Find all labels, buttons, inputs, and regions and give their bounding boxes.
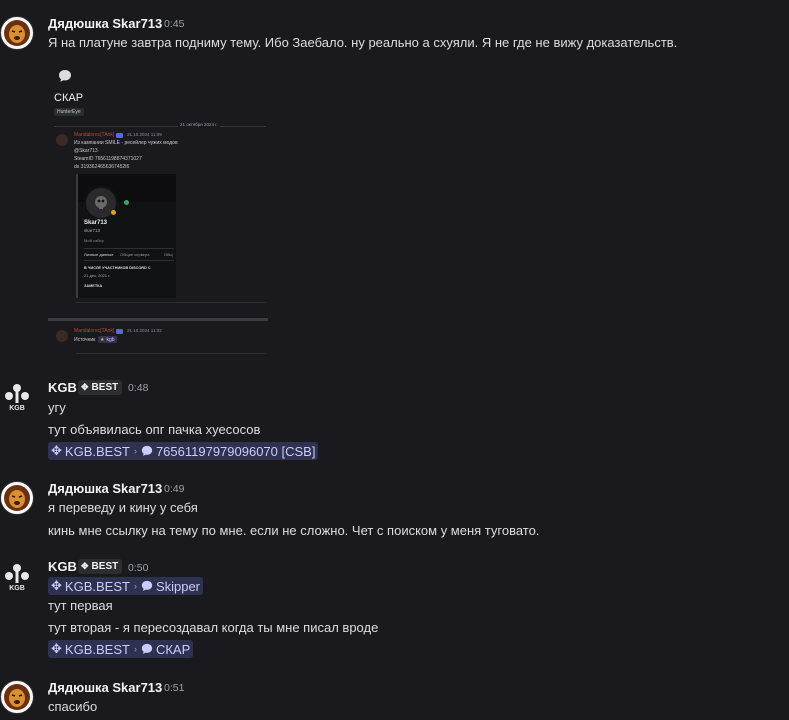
server-tag-badge[interactable]: ✥ BEST — [78, 380, 123, 395]
inner-line: ds 3193624656367452I6 — [74, 164, 130, 170]
embed-tag: HunterEye — [54, 108, 84, 116]
profile-name: Skar713 — [84, 220, 108, 226]
inner-avatar — [56, 330, 68, 342]
message-timestamp: 0:45 — [164, 18, 185, 30]
lion-avatar-icon — [4, 684, 30, 710]
profile-date: 21 дек. 2021 г. — [84, 273, 111, 278]
date-divider-label: 21 октября 2024 г. — [178, 122, 220, 127]
online-dot — [124, 200, 129, 205]
inner-avatar — [56, 134, 68, 146]
message-text: тут объявилась опг пачка хуесосов — [48, 422, 261, 437]
mention-server: KGB.BEST — [64, 641, 130, 657]
message-text: я переведу и кину у себя — [48, 500, 198, 515]
user-avatar[interactable] — [0, 16, 34, 50]
clover-icon: ✥ — [51, 578, 62, 593]
profile-handle: skar713 — [84, 228, 101, 233]
chat-bubble-icon — [141, 580, 153, 592]
mention-channel: СКАР — [155, 641, 191, 657]
chevron-right-icon: › — [133, 644, 137, 654]
profile-tab: Личные данные — [84, 252, 114, 257]
inner-badge — [116, 133, 123, 138]
lion-avatar-icon — [4, 20, 30, 46]
mention-server: KGB.BEST — [64, 578, 130, 594]
mention-server: KGB.BEST — [64, 443, 130, 459]
inner-badge — [116, 329, 123, 334]
profile-card: Skar713 skar713 Мой сабер Личные данные … — [76, 174, 176, 298]
kgb-logo-icon: KGB — [5, 564, 29, 592]
channel-mention[interactable]: ✥ KGB.BEST › СКАР — [48, 640, 194, 658]
embed-scrollbar[interactable] — [48, 318, 268, 321]
embed-divider — [76, 353, 266, 354]
clover-icon: ✥ — [81, 561, 89, 571]
user-avatar[interactable]: KGB — [0, 379, 34, 413]
date-divider — [54, 126, 266, 127]
kgb-logo-icon: KGB — [5, 384, 29, 412]
profile-tab: Общие сервера — [120, 252, 150, 257]
status-dot — [111, 210, 116, 215]
message-text: угу — [48, 400, 66, 415]
author-name[interactable]: KGB — [48, 380, 77, 395]
mention-channel: 76561197979096070 [CSB] — [155, 443, 316, 459]
message-text: спасибо — [48, 699, 98, 714]
attached-image[interactable]: СКАР HunterEye 21 октября 2024 г. Mandal… — [48, 60, 270, 360]
user-avatar[interactable] — [0, 680, 34, 714]
user-avatar[interactable]: KGB — [0, 559, 34, 593]
inner-time: 21.10.2024 11:32 — [127, 328, 162, 333]
channel-mention[interactable]: ✥ KGB.BEST › 76561197979096070 [CSB] — [48, 442, 319, 460]
message-text: Я на платуне завтра подниму тему. Ибо За… — [48, 35, 678, 50]
message-timestamp: 0:49 — [164, 483, 185, 495]
inner-line: Источник — [74, 337, 96, 343]
mention-channel: Skipper — [155, 578, 201, 594]
embed-divider — [76, 302, 266, 303]
clover-icon: ✥ — [81, 382, 89, 392]
svg-text:KGB: KGB — [9, 585, 25, 592]
chat-bubble-icon — [59, 70, 71, 82]
chat-bubble-icon — [141, 643, 153, 655]
chat-bubble-icon — [141, 445, 153, 457]
chevron-right-icon: › — [133, 581, 137, 591]
clover-icon: ✥ — [51, 641, 62, 656]
author-name[interactable]: Дядюшка Skar713 — [48, 481, 162, 496]
inner-time: 21.10.2024 11:09 — [127, 132, 162, 137]
inner-line: @Skar713 — [74, 148, 98, 154]
author-name[interactable]: Дядюшка Skar713 — [48, 680, 162, 695]
author-name[interactable]: Дядюшка Skar713 — [48, 16, 162, 31]
svg-text:KGB: KGB — [9, 405, 25, 412]
message-text: кинь мне ссылку на тему по мне. если не … — [48, 523, 540, 538]
message-text: тут вторая - я пересоздавал когда ты мне… — [48, 620, 379, 635]
chevron-right-icon: › — [133, 446, 137, 456]
inner-author: Mandalorec[TAnk] — [74, 328, 115, 334]
profile-tab: Общ — [164, 252, 173, 257]
embed-channel-name: СКАР — [54, 92, 84, 104]
clover-icon: ✥ — [51, 443, 62, 458]
server-tag-badge[interactable]: ✥ BEST — [78, 559, 123, 574]
inner-line: SteamID 76561198874371027 — [74, 156, 142, 162]
profile-divider — [84, 260, 174, 261]
profile-note-label: ЗАМЕТКА — [84, 284, 103, 288]
inner-author: Mandalorec[TAnk] — [74, 132, 115, 138]
author-name[interactable]: KGB — [48, 559, 77, 574]
profile-members-label: В ЧИСЛЕ УЧАСТНИКОВ DISCORD С — [84, 266, 151, 270]
user-avatar[interactable] — [0, 481, 34, 515]
skull-icon — [95, 196, 107, 209]
message-text: тут первая — [48, 598, 113, 613]
inner-mention: ★ kgb — [98, 336, 117, 343]
star-icon: ★ — [100, 336, 105, 343]
inner-line: Из кампании SMILE - ресейлер чужих модов — [74, 140, 178, 146]
message-timestamp: 0:48 — [128, 382, 149, 394]
profile-sub: Мой сабер — [84, 238, 104, 243]
lion-avatar-icon — [4, 485, 30, 511]
message-timestamp: 0:50 — [128, 562, 149, 574]
channel-mention[interactable]: ✥ KGB.BEST › Skipper — [48, 577, 204, 595]
profile-divider — [84, 248, 174, 249]
message-timestamp: 0:51 — [164, 682, 185, 694]
